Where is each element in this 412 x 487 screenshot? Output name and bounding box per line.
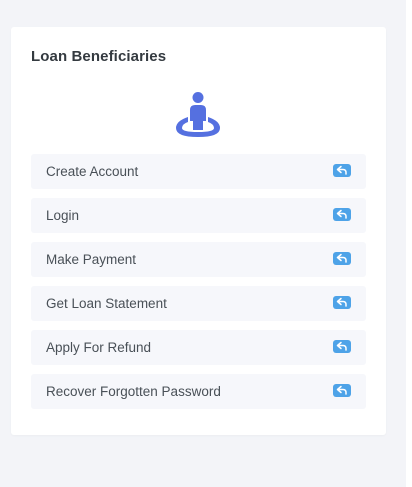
reply-icon[interactable] — [333, 296, 351, 309]
list-item-create-account[interactable]: Create Account — [31, 154, 366, 189]
list-item-get-loan-statement[interactable]: Get Loan Statement — [31, 286, 366, 321]
card-title: Loan Beneficiaries — [31, 48, 167, 65]
reply-icon[interactable] — [333, 384, 351, 397]
list-item-login[interactable]: Login — [31, 198, 366, 233]
list-item-apply-for-refund[interactable]: Apply For Refund — [31, 330, 366, 365]
reply-icon[interactable] — [333, 164, 351, 177]
reply-icon[interactable] — [333, 208, 351, 221]
reply-icon[interactable] — [333, 340, 351, 353]
list-item-label: Make Payment — [46, 252, 137, 267]
reply-icon[interactable] — [333, 252, 351, 265]
list-item-label: Get Loan Statement — [46, 296, 167, 311]
person-location-icon — [175, 92, 221, 142]
side-panel-edge — [406, 0, 412, 487]
loan-beneficiaries-card: Loan Beneficiaries Create Account Login … — [11, 27, 386, 435]
list-item-label: Recover Forgotten Password — [46, 384, 221, 399]
list-item-label: Login — [46, 208, 80, 223]
list-item-recover-forgotten-password[interactable]: Recover Forgotten Password — [31, 374, 366, 409]
list-item-label: Create Account — [46, 164, 139, 179]
list-item-label: Apply For Refund — [46, 340, 152, 355]
action-list: Create Account Login Make Payment Get Lo… — [31, 154, 366, 418]
list-item-make-payment[interactable]: Make Payment — [31, 242, 366, 277]
